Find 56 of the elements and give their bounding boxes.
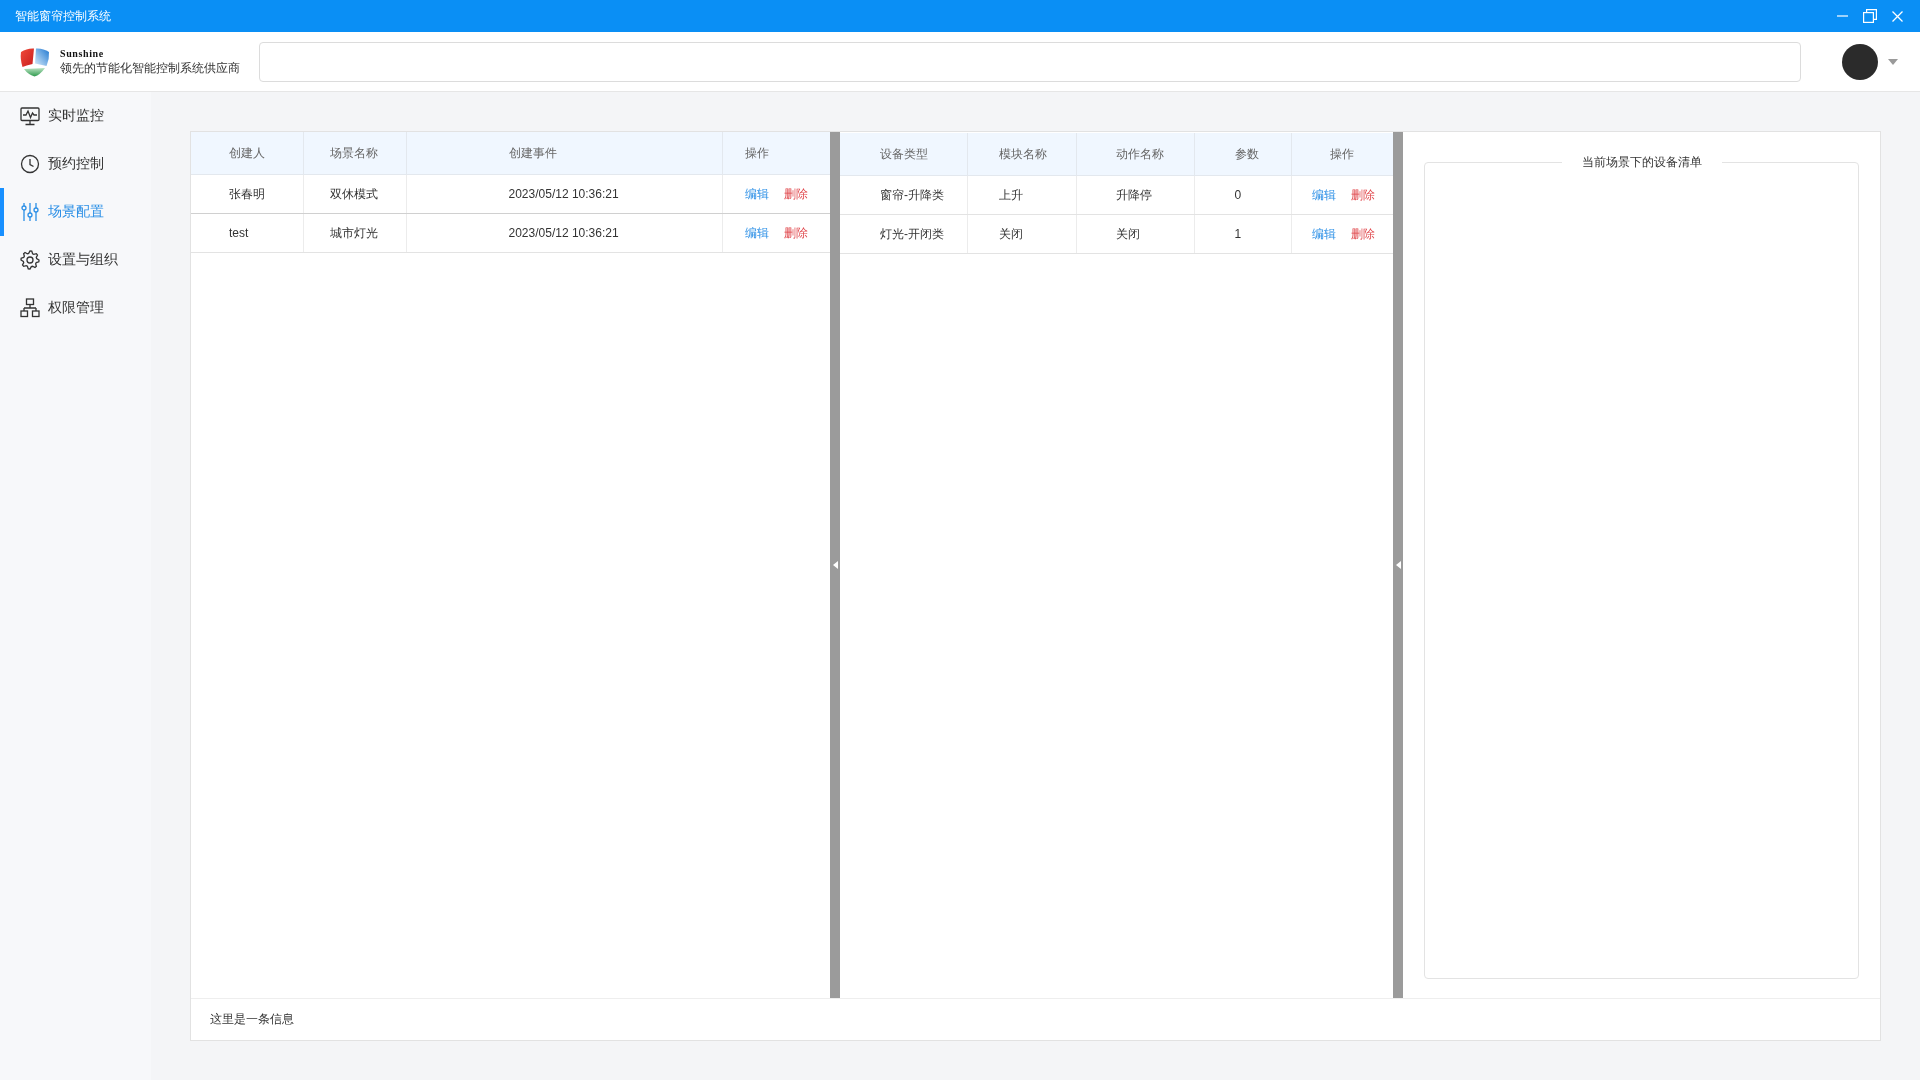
brand-name: Sunshine: [60, 47, 105, 60]
column-header: 模块名称: [967, 133, 1076, 176]
gear-icon: [20, 250, 40, 270]
caret-left-icon[interactable]: [832, 561, 838, 569]
table-cell: 张春明: [191, 174, 303, 214]
column-header: 设备类型: [840, 133, 967, 176]
column-header: 操作: [1291, 133, 1393, 176]
table-cell: 关闭: [967, 214, 1076, 254]
search-field[interactable]: [259, 41, 1801, 82]
edit-link[interactable]: 编辑: [1311, 226, 1336, 241]
table-cell: 灯光-开闭类: [840, 214, 967, 254]
sidebar-item[interactable]: 预约控制: [0, 140, 151, 188]
avatar[interactable]: [1842, 43, 1878, 80]
monitor-icon: [20, 106, 40, 126]
clock-icon: [20, 154, 40, 174]
delete-link[interactable]: 删除: [783, 225, 808, 240]
edit-link[interactable]: 编辑: [744, 225, 769, 240]
window-title: 智能窗帘控制系统: [15, 7, 111, 25]
table-cell: test: [191, 213, 303, 253]
group-title: 当前场景下的设备清单: [1580, 154, 1703, 171]
table-cell: 上升: [967, 175, 1076, 215]
caret-down-icon[interactable]: [1888, 58, 1898, 65]
table-cell: 1: [1194, 214, 1291, 254]
delete-link[interactable]: 删除: [1350, 187, 1375, 202]
org-chart-icon: [20, 298, 40, 318]
logo-icon: [20, 46, 50, 77]
splitter-handle[interactable]: [1393, 132, 1403, 998]
table-cell: 城市灯光: [303, 213, 406, 253]
table-cell: 窗帘-升降类: [840, 175, 967, 215]
table-cell: 0: [1194, 175, 1291, 215]
delete-link[interactable]: 删除: [1350, 226, 1375, 241]
sidebar-item[interactable]: 场景配置: [0, 188, 151, 236]
table-cell: 双休模式: [303, 174, 406, 214]
sidebar-item[interactable]: 权限管理: [0, 284, 151, 332]
edit-link[interactable]: 编辑: [1311, 187, 1336, 202]
sliders-icon: [20, 202, 40, 222]
column-header: 操作: [722, 132, 830, 175]
sidebar-item[interactable]: 设置与组织: [0, 236, 151, 284]
caret-left-icon[interactable]: [1395, 561, 1401, 569]
column-header: 场景名称: [303, 132, 406, 175]
delete-link[interactable]: 删除: [783, 186, 808, 201]
splitter-handle[interactable]: [830, 132, 840, 998]
restore-icon[interactable]: [1863, 9, 1877, 23]
column-header: 动作名称: [1076, 133, 1194, 176]
close-icon[interactable]: [1892, 10, 1903, 22]
column-header: 创建人: [191, 132, 303, 175]
brand-tagline: 领先的节能化智能控制系统供应商: [60, 60, 240, 76]
table-cell: 关闭: [1076, 214, 1194, 254]
column-header: 创建事件: [406, 132, 722, 175]
table-cell: 升降停: [1076, 175, 1194, 215]
table-cell: 2023/05/12 10:36:21: [406, 174, 722, 214]
edit-link[interactable]: 编辑: [744, 186, 769, 201]
sidebar-item[interactable]: 实时监控: [0, 92, 151, 140]
status-message: 这里是一条信息: [210, 1011, 294, 1028]
column-header: 参数: [1194, 133, 1291, 176]
table-cell: 2023/05/12 10:36:21: [406, 213, 722, 253]
